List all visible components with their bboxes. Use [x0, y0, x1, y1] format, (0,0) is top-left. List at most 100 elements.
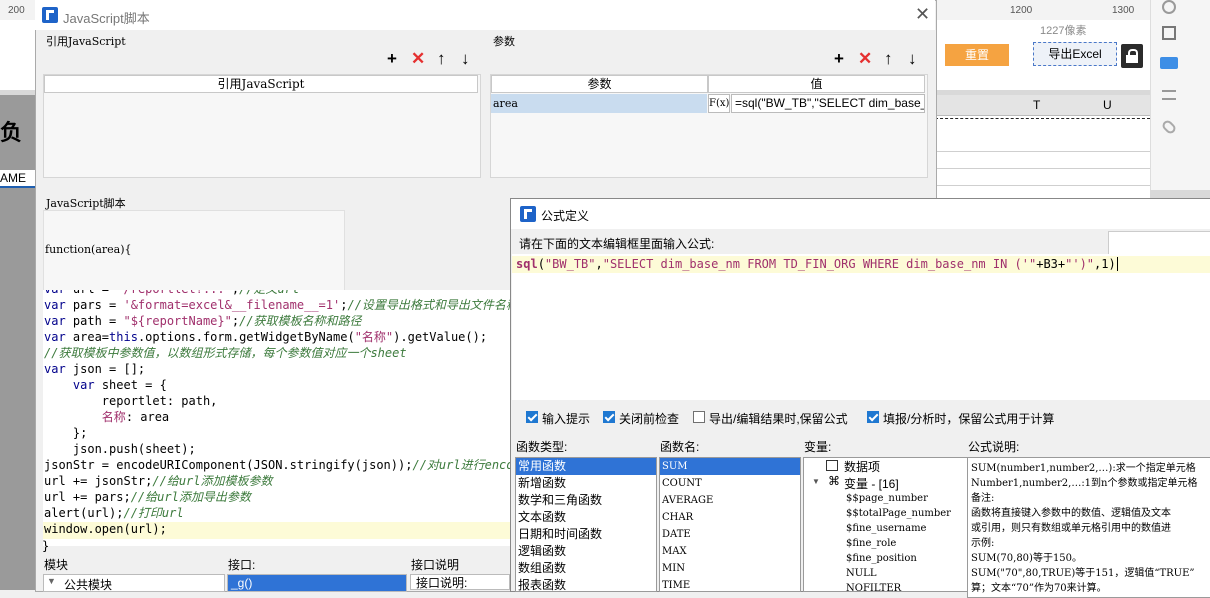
code-token: json = []; — [72, 362, 146, 376]
formula-search-input[interactable] — [1108, 231, 1210, 255]
code-token: 名称 — [101, 410, 126, 424]
input-hint-checkbox[interactable] — [526, 411, 538, 423]
code-token: //给url添加模板参数 — [152, 474, 273, 488]
function-type-item[interactable]: 日期和时间函数 — [516, 526, 656, 543]
variable-item[interactable]: $fine_username — [846, 521, 951, 536]
code-line: url += pars;//给url添加导出参数 — [44, 489, 251, 505]
close-icon[interactable]: ✕ — [915, 4, 930, 25]
params-section-label: 参数 — [493, 35, 515, 48]
sheet-rows — [935, 135, 1150, 205]
add-param-icon[interactable]: + — [834, 50, 844, 68]
keep-formula-fill-label: 填报/分析时，保留公式用于计算 — [883, 412, 1055, 426]
dropdown-widget-icon[interactable] — [1160, 57, 1178, 69]
param-down-icon[interactable]: ↓ — [908, 50, 917, 68]
function-type-item[interactable]: 常用函数 — [516, 458, 656, 475]
description-line: SUM(number1,number2,…):求一个指定单元格 — [971, 463, 1196, 474]
expand-icon[interactable]: ▼ — [47, 576, 56, 586]
code-token: area= — [72, 330, 110, 344]
variable-item[interactable]: NULL — [846, 566, 951, 581]
module-item[interactable]: 公共模块 — [64, 576, 112, 593]
dialog-title: JavaScript脚本 — [63, 11, 150, 26]
column-header-u: U — [1103, 98, 1112, 112]
app-logo-icon — [520, 206, 536, 222]
collapse-icon[interactable]: ▼ — [812, 477, 820, 486]
description-line: 示例: — [971, 538, 995, 549]
param-value-cell[interactable]: =sql("BW_TB","SELECT dim_base_nm FROM TD… — [731, 94, 925, 113]
function-type-item[interactable]: 新增函数 — [516, 475, 656, 492]
ref-js-header: 引用JavaScript — [44, 75, 478, 93]
table-icon — [826, 460, 838, 471]
add-icon[interactable]: + — [387, 50, 397, 68]
formula-instruction: 请在下面的文本编辑框里面输入公式: — [519, 237, 715, 251]
variable-item[interactable]: $$page_number — [846, 491, 951, 506]
reset-button[interactable]: 重置 — [945, 44, 1009, 66]
data-items-node[interactable]: 数据项 — [844, 458, 880, 475]
function-type-item[interactable]: 数组函数 — [516, 560, 656, 577]
code-line: 名称: area — [44, 409, 169, 425]
formula-comma: , — [595, 257, 603, 271]
code-line: var sheet = { — [44, 377, 167, 393]
function-name-item[interactable]: AVERAGE — [660, 492, 800, 509]
code-token: alert(url); — [44, 506, 124, 520]
function-types-list[interactable]: 常用函数 新增函数 数学和三角函数 文本函数 日期和时间函数 逻辑函数 数组函数 报表函数 — [515, 457, 657, 592]
params-header-name: 参数 — [491, 75, 708, 93]
function-type-item[interactable]: 逻辑函数 — [516, 543, 656, 560]
code-line: jsonStr = encodeURIComponent(JSON.string… — [44, 457, 528, 473]
dialog-title-bar: JavaScript脚本 ✕ — [35, 0, 935, 30]
function-type-item[interactable]: 文本函数 — [516, 509, 656, 526]
move-down-icon[interactable]: ↓ — [461, 50, 470, 68]
interface-desc-value: 接口说明: — [410, 574, 510, 590]
formula-editor-icon[interactable]: F(x) — [708, 94, 730, 113]
code-token: url += pars; — [44, 490, 131, 504]
function-name-item[interactable]: COUNT — [660, 475, 800, 492]
code-line: alert(url);//打印url — [44, 505, 184, 521]
move-up-icon[interactable]: ↑ — [437, 50, 446, 68]
variable-item[interactable]: $fine_position — [846, 551, 951, 566]
square-icon[interactable] — [1162, 26, 1176, 40]
code-line: var area=this.options.form.getWidgetByNa… — [44, 329, 487, 345]
code-token: jsonStr = encodeURIComponent(JSON.string… — [44, 458, 413, 472]
function-type-item[interactable]: 数学和三角函数 — [516, 492, 656, 509]
param-name-cell[interactable]: area — [491, 94, 707, 113]
check-before-close-checkbox[interactable] — [603, 411, 615, 423]
variable-item[interactable]: $fine_role — [846, 536, 951, 551]
function-name-item[interactable]: DATE — [660, 526, 800, 543]
code-line: window.open(url); — [44, 521, 167, 537]
column-header-t: T — [1033, 98, 1041, 112]
function-names-list[interactable]: SUM COUNT AVERAGE CHAR DATE MAX MIN TIME — [659, 457, 801, 592]
formula-arg-sql: "SELECT dim_base_nm FROM TD_FIN_ORG WHER… — [602, 257, 1037, 271]
code-line: reportlet: path, — [44, 393, 218, 409]
delete-param-icon[interactable]: ✕ — [858, 50, 872, 68]
lock-icon[interactable] — [1121, 44, 1143, 68]
info-icon[interactable] — [1162, 0, 1176, 14]
function-name-item[interactable]: MAX — [660, 543, 800, 560]
variable-children: $$page_number $$totalPage_number $fine_use… — [846, 491, 951, 591]
ruler-mark: 200 — [8, 5, 25, 16]
keep-formula-fill-checkbox[interactable] — [867, 411, 879, 423]
formula-line[interactable]: sql("BW_TB","SELECT dim_base_nm FROM TD_… — [512, 256, 1210, 273]
variable-group-node[interactable]: 变量 - [16] — [844, 475, 899, 492]
code-token: //给url添加导出参数 — [130, 490, 251, 504]
interface-list[interactable]: _g() — [227, 574, 407, 592]
export-excel-button[interactable]: 导出Excel — [1033, 42, 1117, 66]
variable-item[interactable]: NOFILTER — [846, 581, 951, 591]
formula-editor[interactable] — [512, 254, 1210, 400]
function-name-item[interactable]: SUM — [660, 458, 800, 475]
delete-icon[interactable]: ✕ — [411, 50, 425, 68]
module-tree[interactable]: ▼ 公共模块 — [43, 574, 225, 592]
description-line: SUM(70,80)等于150。 — [971, 553, 1083, 564]
code-token: //设置导出格式和导出文件名称 — [347, 298, 518, 312]
function-name-item[interactable]: MIN — [660, 560, 800, 577]
right-toolbar — [1150, 0, 1210, 190]
interface-item[interactable]: _g() — [228, 575, 406, 591]
list-icon[interactable] — [1162, 90, 1176, 100]
keep-formula-export-checkbox[interactable] — [693, 411, 705, 423]
description-label: 公式说明: — [968, 440, 1020, 454]
variable-item[interactable]: $$totalPage_number — [846, 506, 951, 521]
width-indicator: 1227像素 — [1040, 25, 1087, 37]
code-line: json.push(sheet); — [44, 441, 196, 457]
function-name-item[interactable]: CHAR — [660, 509, 800, 526]
variables-tree[interactable]: 数据项 ▼ ⌘ 变量 - [16] $$page_number $$totalPa… — [803, 457, 968, 592]
param-up-icon[interactable]: ↑ — [884, 50, 893, 68]
